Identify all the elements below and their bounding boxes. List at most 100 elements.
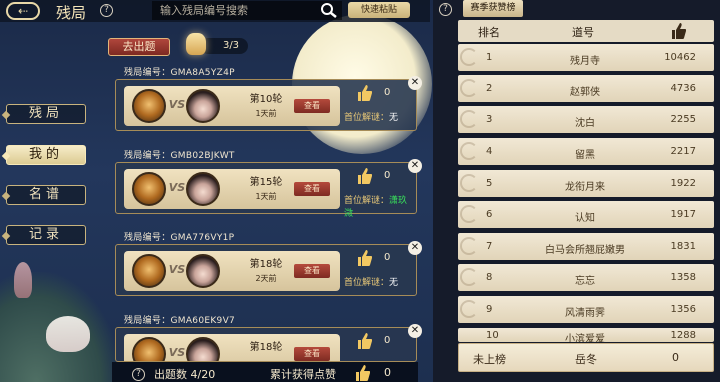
row-name: 沈白 xyxy=(575,118,595,129)
vs-icon: VS xyxy=(168,346,186,359)
lotus-bud-decoration xyxy=(14,262,32,298)
view-button[interactable]: 查看 xyxy=(294,264,330,278)
round-text: 第18轮 xyxy=(249,342,283,353)
row-score: 1288 xyxy=(670,330,696,341)
puzzle-id-label: 残局编号： xyxy=(124,151,171,161)
puzzle-matchup: VS 第18轮 2天前 查看 xyxy=(124,251,340,291)
puzzle-id-value: GMA8A5YZ4P xyxy=(170,68,235,78)
lotus-decoration xyxy=(46,316,90,352)
row-score: 1358 xyxy=(670,272,696,283)
puzzle-id-label: 残局编号： xyxy=(124,68,171,78)
vs-icon: VS xyxy=(168,181,186,194)
puzzle-matchup: VS 第10轮 1天前 查看 xyxy=(124,86,340,126)
sidebar-item-records[interactable]: 记录 xyxy=(6,225,86,245)
row-name: 忘忘 xyxy=(575,276,595,287)
row-rank: 9 xyxy=(486,304,493,315)
page-title: 残局 xyxy=(56,4,87,22)
search-input[interactable] xyxy=(152,1,342,20)
puzzle-id-label: 残局编号： xyxy=(124,233,171,243)
back-button[interactable]: ⇠ xyxy=(6,2,40,20)
row-rank: 10 xyxy=(486,330,499,341)
sidebar-item-label: 记录 xyxy=(28,227,63,242)
puzzle-card: VS 第15轮 1天前 查看 0 首位解谜：潇玖溦 xyxy=(115,162,417,219)
time-ago: 1天前 xyxy=(255,192,277,201)
leaderboard-row[interactable]: 5 龙衔月来 1922 xyxy=(458,170,714,197)
row-score: 1356 xyxy=(670,304,696,315)
time-ago: 2天前 xyxy=(255,274,277,283)
sidebar-item-label: 残局 xyxy=(28,106,63,121)
view-button[interactable]: 查看 xyxy=(294,347,330,361)
close-icon[interactable]: ✕ xyxy=(408,324,422,338)
close-icon[interactable]: ✕ xyxy=(408,241,422,255)
row-name: 认知 xyxy=(575,213,595,224)
puzzle-count-badge: 3/3 xyxy=(200,38,248,54)
row-score: 1831 xyxy=(670,241,696,252)
leaderboard-row[interactable]: 7 白马会所翘屁嫩男 1831 xyxy=(458,233,714,260)
search-icon[interactable] xyxy=(320,2,338,18)
leaderboard-row[interactable]: 6 认知 1917 xyxy=(458,201,714,228)
paste-button[interactable]: 快速粘贴 xyxy=(348,2,410,18)
swirl-ornament-icon xyxy=(460,174,478,192)
close-icon[interactable]: ✕ xyxy=(408,159,422,173)
opponent-avatar xyxy=(186,172,220,206)
leaderboard-row[interactable]: 1 残月寺 10462 xyxy=(458,44,714,71)
row-name: 残月寺 xyxy=(570,56,600,67)
leaderboard-row[interactable]: 2 赵郭侠 4736 xyxy=(458,75,714,102)
row-name: 赵郭侠 xyxy=(570,87,600,98)
thumbs-up-icon[interactable] xyxy=(356,249,372,267)
time-ago: 1天前 xyxy=(255,109,277,118)
leaderboard-row[interactable]: 4 留黑 2217 xyxy=(458,138,714,165)
sidebar-item-canju[interactable]: 残局 xyxy=(6,104,86,124)
thumbs-up-icon[interactable] xyxy=(356,84,372,102)
sidebar-item-mingpu[interactable]: 名谱 xyxy=(6,185,86,205)
submit-puzzle-button[interactable]: 去出题 xyxy=(108,38,170,56)
leaderboard-row[interactable]: 8 忘忘 1358 xyxy=(458,264,714,291)
puzzle-card: VS 第18轮 2天前 查看 0 首位解谜：无 xyxy=(115,244,417,296)
swirl-ornament-icon xyxy=(460,48,478,66)
my-rank-row: 未上榜 岳冬 0 xyxy=(458,343,714,372)
row-score: 1917 xyxy=(670,209,696,220)
puzzle-count-total: 出题数 4/20 xyxy=(154,368,216,381)
leaderboard-row[interactable]: 10 小滨爱爱 1288 xyxy=(458,328,714,342)
puzzle-id: 残局编号：GMB02BJKWT xyxy=(124,148,235,161)
row-score: 10462 xyxy=(664,52,696,63)
leaderboard-row[interactable]: 3 沈白 2255 xyxy=(458,106,714,133)
row-name: 留黑 xyxy=(575,150,595,161)
rank-column-header: 排名 xyxy=(478,26,500,39)
opponent-avatar xyxy=(186,254,220,288)
like-count: 0 xyxy=(384,335,391,346)
leaderboard-row[interactable]: 9 风清雨霁 1356 xyxy=(458,296,714,323)
first-solver-label: 首位解谜： xyxy=(344,113,390,123)
thumbs-up-icon[interactable] xyxy=(356,167,372,185)
season-likes-tab[interactable]: 赛季获赞榜 xyxy=(463,0,523,17)
thumbs-up-icon[interactable] xyxy=(356,332,372,350)
puzzle-id: 残局编号：GMA60EK9V7 xyxy=(124,313,235,326)
row-rank: 6 xyxy=(486,209,493,220)
swirl-ornament-icon xyxy=(460,237,478,255)
view-button[interactable]: 查看 xyxy=(294,182,330,196)
back-arrow-icon: ⇠ xyxy=(17,4,29,18)
thumbs-up-icon xyxy=(672,23,686,39)
tiger-avatar xyxy=(132,254,166,288)
puzzle-id: 残局编号：GMA8A5YZ4P xyxy=(124,65,235,78)
row-score: 1922 xyxy=(670,178,696,189)
row-score: 2255 xyxy=(670,114,696,125)
opponent-avatar xyxy=(186,337,220,361)
lantern-icon xyxy=(186,33,206,55)
vs-icon: VS xyxy=(168,98,186,111)
sidebar-item-mine[interactable]: 我的 xyxy=(6,145,86,165)
puzzle-card: VS 第18轮 查看 0 xyxy=(115,327,417,362)
row-rank: 7 xyxy=(486,241,493,252)
tiger-avatar xyxy=(132,89,166,123)
help-icon[interactable]: ? xyxy=(100,4,113,17)
view-button[interactable]: 查看 xyxy=(294,99,330,113)
help-icon[interactable]: ? xyxy=(439,3,452,16)
first-solver-label: 首位解谜： xyxy=(344,196,390,206)
row-rank: 1 xyxy=(486,52,493,63)
row-score: 4736 xyxy=(670,83,696,94)
row-rank: 2 xyxy=(486,83,493,94)
help-icon[interactable]: ? xyxy=(132,368,145,381)
swirl-ornament-icon xyxy=(460,205,478,223)
close-icon[interactable]: ✕ xyxy=(408,76,422,90)
leaderboard-header: 排名 道号 xyxy=(458,20,714,42)
